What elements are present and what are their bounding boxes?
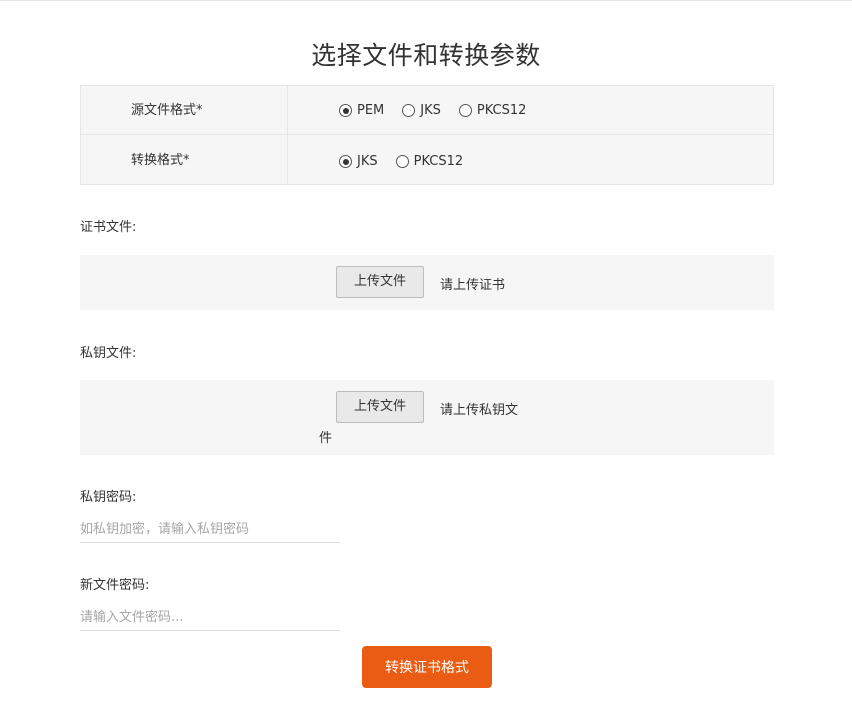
source-format-row: 源文件格式* PEM JKS PKCS12 (81, 86, 773, 135)
radio-checked-icon[interactable] (339, 104, 352, 117)
radio-label: PKCS12 (476, 103, 527, 118)
page-title: 选择文件和转换参数 (311, 41, 541, 70)
key-upload-hint: 请上传私钥文 (440, 403, 519, 418)
radio-target-pkcs12[interactable]: PKCS12 (395, 154, 464, 169)
key-password-label: 私钥密码: (80, 490, 137, 505)
radio-label: JKS (357, 154, 378, 169)
cert-upload-hint: 请上传证书 (440, 278, 506, 293)
key-upload-hint-wrap: 件 (319, 431, 333, 446)
key-upload-button[interactable]: 上传文件 (336, 391, 424, 423)
radio-unchecked-icon[interactable] (402, 104, 416, 117)
page: 选择文件和转换参数 源文件格式* PEM JKS PKCS12 转换格式* JK… (0, 0, 852, 706)
radio-source-jks[interactable]: JKS (402, 103, 441, 118)
cert-file-label: 证书文件: (80, 220, 137, 235)
radio-source-pem[interactable]: PEM (339, 103, 384, 118)
source-format-options: PEM JKS PKCS12 (339, 86, 544, 135)
radio-unchecked-icon[interactable] (395, 155, 409, 168)
radio-unchecked-icon[interactable] (458, 104, 472, 117)
radio-label: PKCS12 (413, 154, 464, 169)
target-format-label: 转换格式* (81, 135, 288, 184)
source-format-label: 源文件格式* (81, 86, 288, 135)
key-upload-area: 上传文件 请上传私钥文 件 (80, 380, 774, 455)
radio-label: JKS (420, 103, 441, 118)
target-format-options: JKS PKCS12 (339, 137, 481, 186)
radio-source-pkcs12[interactable]: PKCS12 (458, 103, 527, 118)
target-format-row: 转换格式* JKS PKCS12 (81, 135, 773, 184)
new-password-label: 新文件密码: (80, 578, 150, 593)
convert-submit-button[interactable]: 转换证书格式 (362, 646, 492, 688)
radio-checked-icon[interactable] (339, 155, 352, 168)
new-password-input[interactable] (80, 605, 340, 631)
cert-upload-button[interactable]: 上传文件 (336, 266, 424, 298)
radio-label: PEM (357, 103, 385, 118)
radio-target-jks[interactable]: JKS (339, 154, 378, 169)
key-password-input[interactable] (80, 517, 340, 543)
key-file-label: 私钥文件: (80, 346, 137, 361)
top-divider (0, 0, 852, 1)
format-table: 源文件格式* PEM JKS PKCS12 转换格式* JKS PKCS12 (80, 85, 774, 185)
cert-upload-area: 上传文件 请上传证书 (80, 255, 774, 310)
